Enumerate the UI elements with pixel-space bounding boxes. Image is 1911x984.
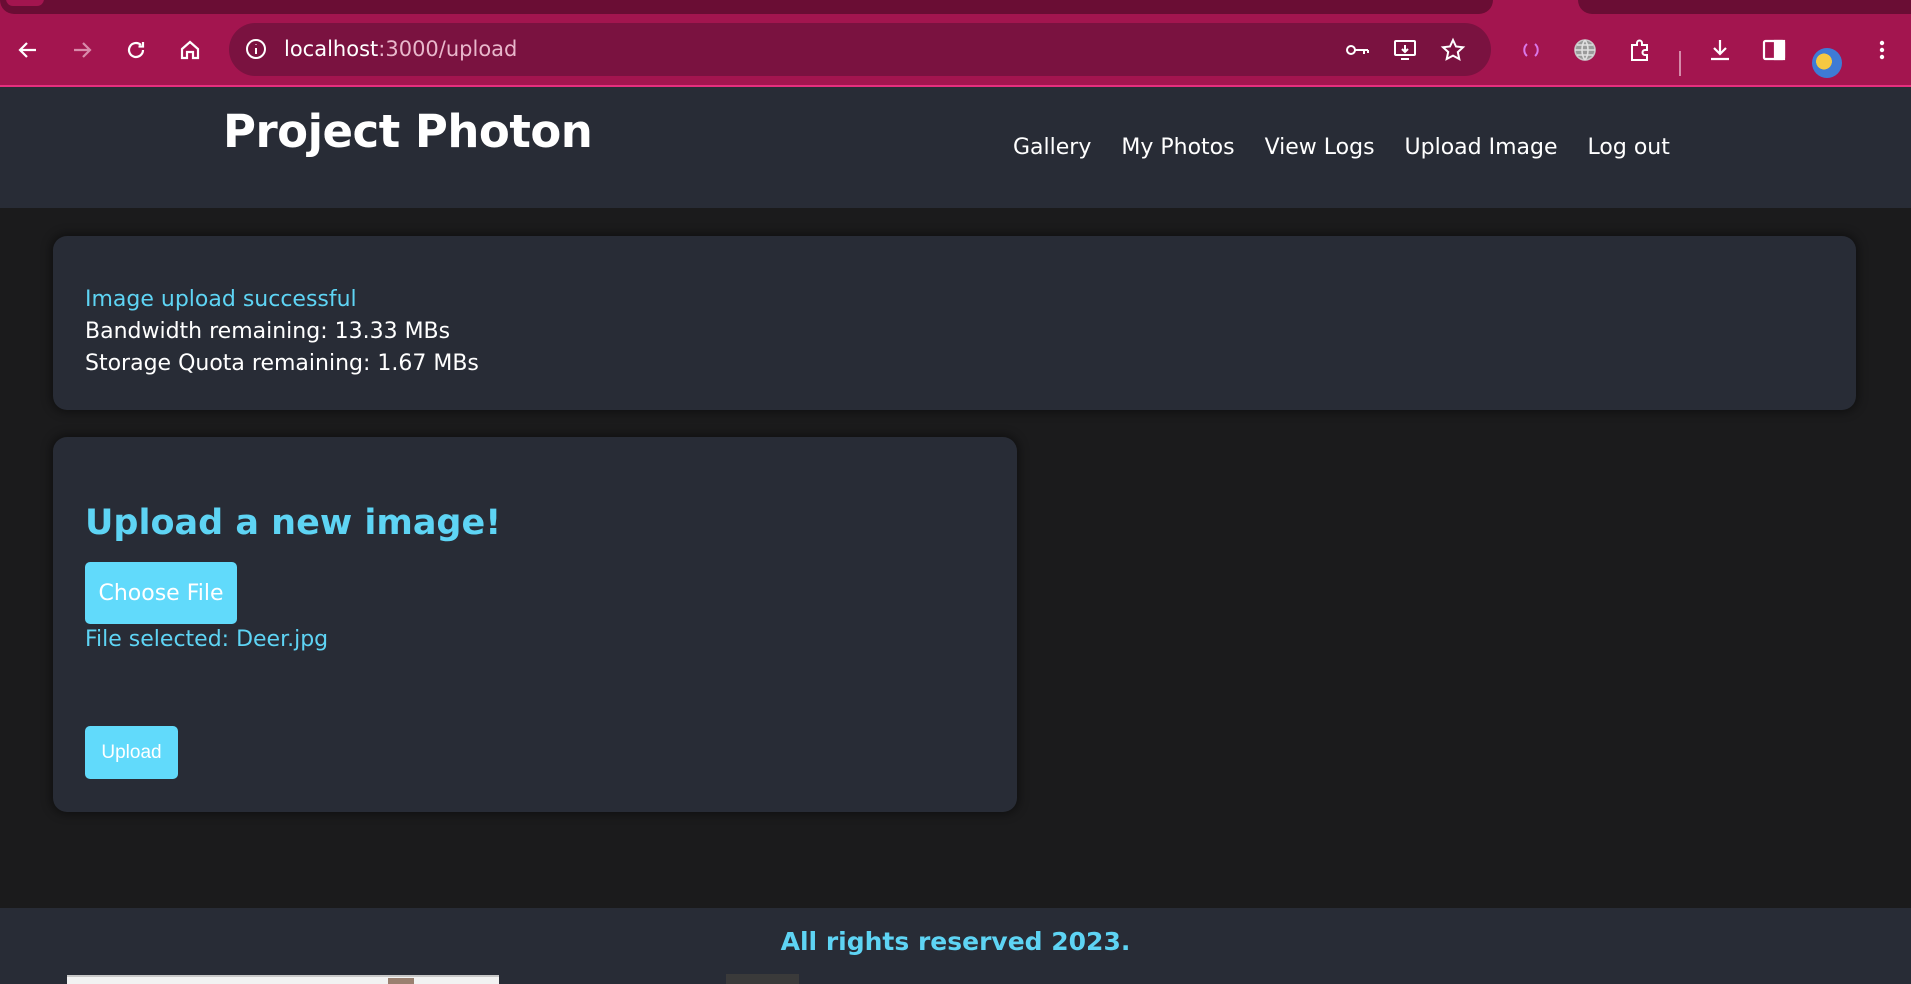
upload-button[interactable]: Upload bbox=[85, 726, 178, 779]
storage-quota-remaining: Storage Quota remaining: 1.67 MBs bbox=[85, 351, 479, 376]
upload-success-message: Image upload successful bbox=[85, 287, 357, 312]
overlapping-window-edge bbox=[67, 975, 499, 984]
url-path: :3000/upload bbox=[378, 37, 518, 61]
site-header: Project Photon Gallery My Photos View Lo… bbox=[0, 87, 1911, 208]
site-info-icon[interactable] bbox=[244, 37, 268, 61]
nav-my-photos[interactable]: My Photos bbox=[1121, 135, 1234, 160]
choose-file-button[interactable]: Choose File bbox=[85, 562, 237, 624]
upload-heading: Upload a new image! bbox=[85, 503, 502, 543]
tab-favicon bbox=[6, 0, 44, 6]
forward-arrow-icon[interactable] bbox=[60, 14, 104, 85]
copyright-text: All rights reserved 2023. bbox=[780, 927, 1131, 956]
extension-loader-icon[interactable] bbox=[1517, 36, 1545, 64]
profile-avatar[interactable] bbox=[1812, 48, 1842, 78]
puzzle-extensions-icon[interactable] bbox=[1626, 36, 1654, 64]
url-text[interactable]: localhost:3000/upload bbox=[284, 23, 517, 76]
download-icon[interactable] bbox=[1706, 36, 1734, 64]
url-host: localhost bbox=[284, 37, 379, 61]
password-key-icon[interactable] bbox=[1344, 37, 1370, 63]
toolbar-separator bbox=[1679, 51, 1681, 76]
window-thumbnail bbox=[388, 978, 414, 984]
site-footer: All rights reserved 2023. bbox=[0, 908, 1911, 984]
nav-log-out[interactable]: Log out bbox=[1588, 135, 1670, 160]
browser-tab[interactable] bbox=[1578, 0, 1911, 14]
more-menu-icon[interactable] bbox=[1868, 36, 1896, 64]
bookmark-star-icon[interactable] bbox=[1440, 37, 1466, 63]
main-nav: Gallery My Photos View Logs Upload Image… bbox=[1013, 135, 1670, 160]
nav-view-logs[interactable]: View Logs bbox=[1265, 135, 1375, 160]
globe-icon[interactable] bbox=[1571, 36, 1599, 64]
nav-gallery[interactable]: Gallery bbox=[1013, 135, 1091, 160]
overlapping-window-edge bbox=[726, 974, 799, 984]
side-panel-icon[interactable] bbox=[1760, 36, 1788, 64]
browser-tab[interactable] bbox=[0, 0, 1493, 14]
back-arrow-icon[interactable] bbox=[6, 14, 50, 85]
browser-tab-strip bbox=[0, 0, 1911, 14]
home-icon[interactable] bbox=[168, 14, 212, 85]
file-selected-label: File selected: Deer.jpg bbox=[85, 627, 329, 652]
upload-form-card: Upload a new image! Choose File File sel… bbox=[53, 437, 1017, 812]
browser-toolbar: localhost:3000/upload bbox=[0, 14, 1911, 85]
brand-title[interactable]: Project Photon bbox=[223, 105, 593, 158]
bandwidth-remaining: Bandwidth remaining: 13.33 MBs bbox=[85, 319, 451, 344]
install-app-icon[interactable] bbox=[1392, 37, 1418, 63]
address-bar[interactable]: localhost:3000/upload bbox=[229, 23, 1491, 76]
upload-status-card: Image upload successful Bandwidth remain… bbox=[53, 236, 1856, 410]
reload-icon[interactable] bbox=[114, 14, 158, 85]
nav-upload-image[interactable]: Upload Image bbox=[1405, 135, 1558, 160]
